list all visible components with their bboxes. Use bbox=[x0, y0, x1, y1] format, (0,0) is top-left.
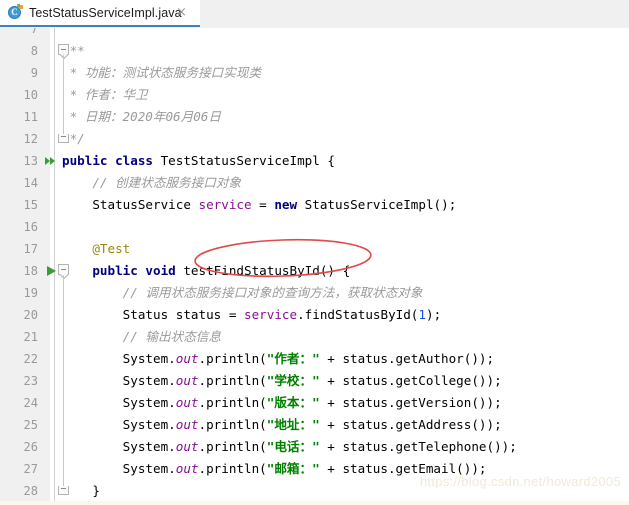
line-number: 28 bbox=[23, 484, 38, 498]
code-lines-container[interactable]: 7 8/** 9 * 功能：测试状态服务接口实现类 10 * 作者：华卫 11 * 日期… bbox=[0, 28, 629, 501]
line-number: 17 bbox=[23, 242, 38, 256]
fold-guide-line bbox=[63, 55, 64, 134]
code-text[interactable]: // 创建状态服务接口对象 bbox=[62, 172, 241, 194]
line-number: 24 bbox=[23, 396, 38, 410]
line-number: 7 bbox=[30, 28, 38, 36]
code-text[interactable]: public void testFindStatusById() { bbox=[62, 260, 350, 282]
line-number: 11 bbox=[23, 110, 38, 124]
code-line[interactable]: 19 // 调用状态服务接口对象的查询方法，获取状态对象 bbox=[0, 282, 629, 304]
line-number: 19 bbox=[23, 286, 38, 300]
line-number: 20 bbox=[23, 308, 38, 322]
line-number: 15 bbox=[23, 198, 38, 212]
line-number: 27 bbox=[23, 462, 38, 476]
line-number: 21 bbox=[23, 330, 38, 344]
code-line[interactable]: 21 // 输出状态信息 bbox=[0, 326, 629, 348]
line-number: 12 bbox=[23, 132, 38, 146]
line-number: 23 bbox=[23, 374, 38, 388]
editor-tab-bar: C TestStatusServiceImpl.java × bbox=[0, 0, 629, 29]
code-line[interactable]: 18 public void testFindStatusById() { bbox=[0, 260, 629, 282]
code-text[interactable]: System.out.println("版本：" + status.getVer… bbox=[62, 392, 502, 414]
run-all-icon[interactable] bbox=[44, 154, 56, 168]
code-text[interactable]: * 功能：测试状态服务接口实现类 bbox=[62, 62, 261, 84]
editor-tab-label: TestStatusServiceImpl.java bbox=[29, 5, 182, 20]
code-text[interactable]: System.out.println("地址：" + status.getAdd… bbox=[62, 414, 502, 436]
line-number: 13 bbox=[23, 154, 38, 168]
code-line[interactable]: 25 System.out.println("地址：" + status.get… bbox=[0, 414, 629, 436]
fold-end-icon[interactable] bbox=[58, 486, 69, 495]
code-line[interactable]: 22 System.out.println("作者：" + status.get… bbox=[0, 348, 629, 370]
code-line[interactable]: 12 */ bbox=[0, 128, 629, 150]
code-line[interactable]: 15 StatusService service = new StatusSer… bbox=[0, 194, 629, 216]
run-test-icon[interactable] bbox=[45, 264, 57, 278]
code-text[interactable]: System.out.println("学校：" + status.getCol… bbox=[62, 370, 502, 392]
line-number: 9 bbox=[30, 66, 38, 80]
line-number: 18 bbox=[23, 264, 38, 278]
watermark-text: https://blog.csdn.net/howard2005 bbox=[419, 474, 621, 489]
code-text[interactable]: * 作者：华卫 bbox=[62, 84, 148, 106]
code-line[interactable]: 10 * 作者：华卫 bbox=[0, 84, 629, 106]
fold-guide-line bbox=[63, 275, 64, 486]
line-number: 14 bbox=[23, 176, 38, 190]
line-number: 8 bbox=[30, 44, 38, 58]
line-number: 26 bbox=[23, 440, 38, 454]
ide-editor-window: C TestStatusServiceImpl.java × 7 8/** 9 * … bbox=[0, 0, 629, 505]
code-text[interactable]: // 调用状态服务接口对象的查询方法，获取状态对象 bbox=[62, 282, 423, 304]
code-text[interactable]: StatusService service = new StatusServic… bbox=[62, 194, 456, 216]
java-class-icon: C bbox=[8, 4, 23, 20]
editor-tab-teststatusserviceimpl[interactable]: C TestStatusServiceImpl.java × bbox=[0, 0, 200, 27]
code-line[interactable]: 13 public class TestStatusServiceImpl { bbox=[0, 150, 629, 172]
close-icon[interactable]: × bbox=[175, 6, 188, 19]
line-number: 22 bbox=[23, 352, 38, 366]
code-line[interactable]: 9 * 功能：测试状态服务接口实现类 bbox=[0, 62, 629, 84]
line-number: 25 bbox=[23, 418, 38, 432]
code-text[interactable]: // 输出状态信息 bbox=[62, 326, 221, 348]
code-text[interactable]: Status status = service.findStatusById(1… bbox=[62, 304, 442, 326]
code-line[interactable]: 20 Status status = service.findStatusByI… bbox=[0, 304, 629, 326]
code-line[interactable]: 17 @Test bbox=[0, 238, 629, 260]
code-text[interactable]: * 日期：2020年06月06日 bbox=[62, 106, 221, 128]
code-line[interactable]: 8/** bbox=[0, 40, 629, 62]
code-line[interactable]: 24 System.out.println("版本：" + status.get… bbox=[0, 392, 629, 414]
fold-end-icon[interactable] bbox=[58, 134, 69, 143]
code-text[interactable]: System.out.println("作者：" + status.getAut… bbox=[62, 348, 494, 370]
code-line[interactable]: 16 bbox=[0, 216, 629, 238]
code-line[interactable]: 26 System.out.println("电话：" + status.get… bbox=[0, 436, 629, 458]
code-text[interactable]: @Test bbox=[62, 238, 130, 260]
bottom-strip bbox=[0, 501, 629, 505]
line-number: 16 bbox=[23, 220, 38, 234]
code-line[interactable]: 23 System.out.println("学校：" + status.get… bbox=[0, 370, 629, 392]
code-line[interactable]: 11 * 日期：2020年06月06日 bbox=[0, 106, 629, 128]
code-line[interactable]: 7 bbox=[0, 28, 629, 40]
code-text[interactable]: System.out.println("电话：" + status.getTel… bbox=[62, 436, 517, 458]
line-number: 10 bbox=[23, 88, 38, 102]
code-text[interactable]: public class TestStatusServiceImpl { bbox=[62, 150, 335, 172]
code-line[interactable]: 14 // 创建状态服务接口对象 bbox=[0, 172, 629, 194]
code-editor[interactable]: 7 8/** 9 * 功能：测试状态服务接口实现类 10 * 作者：华卫 11 * 日期… bbox=[0, 28, 629, 501]
